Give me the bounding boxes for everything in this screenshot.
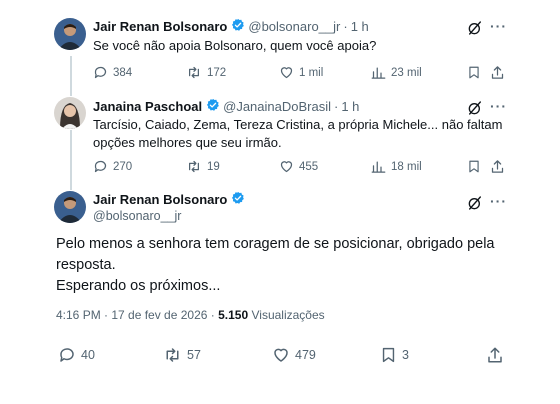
share-icon xyxy=(491,66,504,79)
main-tweet-text-line3: Esperando os próximos... xyxy=(56,278,221,294)
reply-count: 40 xyxy=(81,348,95,362)
views-icon xyxy=(371,161,386,173)
like-count: 1 mil xyxy=(299,66,324,79)
main-tweet-text-line1: Pelo menos a senhora tem coragem de se p… xyxy=(56,236,495,252)
retweet-count: 172 xyxy=(207,66,227,79)
share-button[interactable] xyxy=(486,346,509,364)
author-name[interactable]: Janaina Paschoal xyxy=(93,99,202,114)
views-icon xyxy=(371,67,386,79)
grok-icon[interactable] xyxy=(467,20,483,41)
retweet-icon xyxy=(189,160,199,173)
author-handle[interactable]: @bolsonaro__jr xyxy=(248,19,340,34)
views-label: Visualizações xyxy=(251,308,325,322)
main-tweet-meta: 4:16 PM · 17 de fev de 2026 · 5.150 Visu… xyxy=(56,308,325,322)
tweet-2-header: Janaina Paschoal @JanainaDoBrasil · 1 h xyxy=(93,98,359,115)
reply-button[interactable]: 384 xyxy=(93,65,132,80)
bookmark-button[interactable]: 3 xyxy=(380,346,409,364)
tweet-1-text: Se você não apoia Bolsonaro, quem você a… xyxy=(93,38,377,53)
bookmark-button[interactable] xyxy=(467,159,486,174)
author-handle[interactable]: @JanainaDoBrasil xyxy=(223,99,331,114)
views-total: 5.150 xyxy=(218,308,249,322)
retweet-icon xyxy=(189,66,199,79)
views-count: 23 mil xyxy=(391,66,422,79)
retweet-count: 19 xyxy=(207,160,220,173)
more-options-icon[interactable]: ··· xyxy=(490,193,507,209)
reply-button[interactable]: 270 xyxy=(93,159,132,174)
tweet-1-actions: 384 172 1 mil 23 mil xyxy=(0,65,560,85)
tweet-timestamp[interactable]: 4:16 PM · 17 de fev de 2026 · xyxy=(56,308,215,322)
like-button[interactable]: 1 mil xyxy=(279,65,323,80)
bookmark-count: 3 xyxy=(402,348,409,362)
tweet-2-text-line1: Tarcísio, Caiado, Zema, Tereza Cristina,… xyxy=(93,117,503,132)
bookmark-icon xyxy=(469,66,479,79)
retweet-button[interactable]: 172 xyxy=(186,65,226,80)
like-icon xyxy=(280,67,293,79)
share-icon xyxy=(488,347,502,363)
reply-button[interactable]: 40 xyxy=(58,346,95,364)
author-name[interactable]: Jair Renan Bolsonaro xyxy=(93,192,227,207)
bookmark-icon xyxy=(382,347,395,363)
tweet-2-text-line2: opções melhores que seu irmão. xyxy=(93,135,282,150)
reply-icon xyxy=(94,66,107,79)
tweet-1-header: Jair Renan Bolsonaro @bolsonaro__jr · 1 … xyxy=(93,18,369,35)
separator: · xyxy=(343,19,348,34)
views-count: 18 mil xyxy=(391,160,422,173)
bookmark-icon xyxy=(469,160,479,173)
like-count: 479 xyxy=(295,348,316,362)
retweet-count: 57 xyxy=(187,348,201,362)
retweet-button[interactable]: 19 xyxy=(186,159,220,174)
avatar-renan-1[interactable] xyxy=(54,18,86,50)
share-button[interactable] xyxy=(490,65,510,80)
avatar-renan-main[interactable] xyxy=(54,191,86,223)
main-tweet-actions: 40 57 479 3 xyxy=(0,346,560,366)
like-icon xyxy=(280,161,293,173)
views-button[interactable]: 23 mil xyxy=(371,65,422,80)
like-icon xyxy=(274,348,288,362)
verified-badge-icon xyxy=(231,191,245,208)
tweet-time[interactable]: 1 h xyxy=(341,99,359,114)
more-options-icon[interactable]: ··· xyxy=(490,98,507,114)
main-tweet-name-row: Jair Renan Bolsonaro xyxy=(93,191,248,208)
reply-count: 270 xyxy=(113,160,133,173)
reply-icon xyxy=(94,160,107,173)
more-options-icon[interactable]: ··· xyxy=(490,18,507,34)
like-button[interactable]: 455 xyxy=(279,159,318,174)
like-button[interactable]: 479 xyxy=(272,346,316,364)
share-button[interactable] xyxy=(490,159,510,174)
retweet-button[interactable]: 57 xyxy=(163,346,201,364)
grok-icon[interactable] xyxy=(467,195,483,216)
views-button[interactable]: 18 mil xyxy=(371,159,422,174)
retweet-icon xyxy=(166,348,179,362)
author-name[interactable]: Jair Renan Bolsonaro xyxy=(93,19,227,34)
avatar-janaina[interactable] xyxy=(54,97,86,129)
bookmark-button[interactable] xyxy=(467,65,486,80)
like-count: 455 xyxy=(299,160,319,173)
tweet-time[interactable]: 1 h xyxy=(351,19,369,34)
verified-badge-icon xyxy=(231,18,245,35)
main-tweet-text-line2: resposta. xyxy=(56,257,116,273)
reply-icon xyxy=(60,348,74,362)
verified-badge-icon xyxy=(206,98,220,115)
separator: · xyxy=(333,99,339,114)
tweet-2-actions: 270 19 455 18 mil xyxy=(0,159,560,179)
author-handle[interactable]: @bolsonaro__jr xyxy=(93,209,181,223)
reply-count: 384 xyxy=(113,66,133,79)
share-icon xyxy=(491,160,504,173)
